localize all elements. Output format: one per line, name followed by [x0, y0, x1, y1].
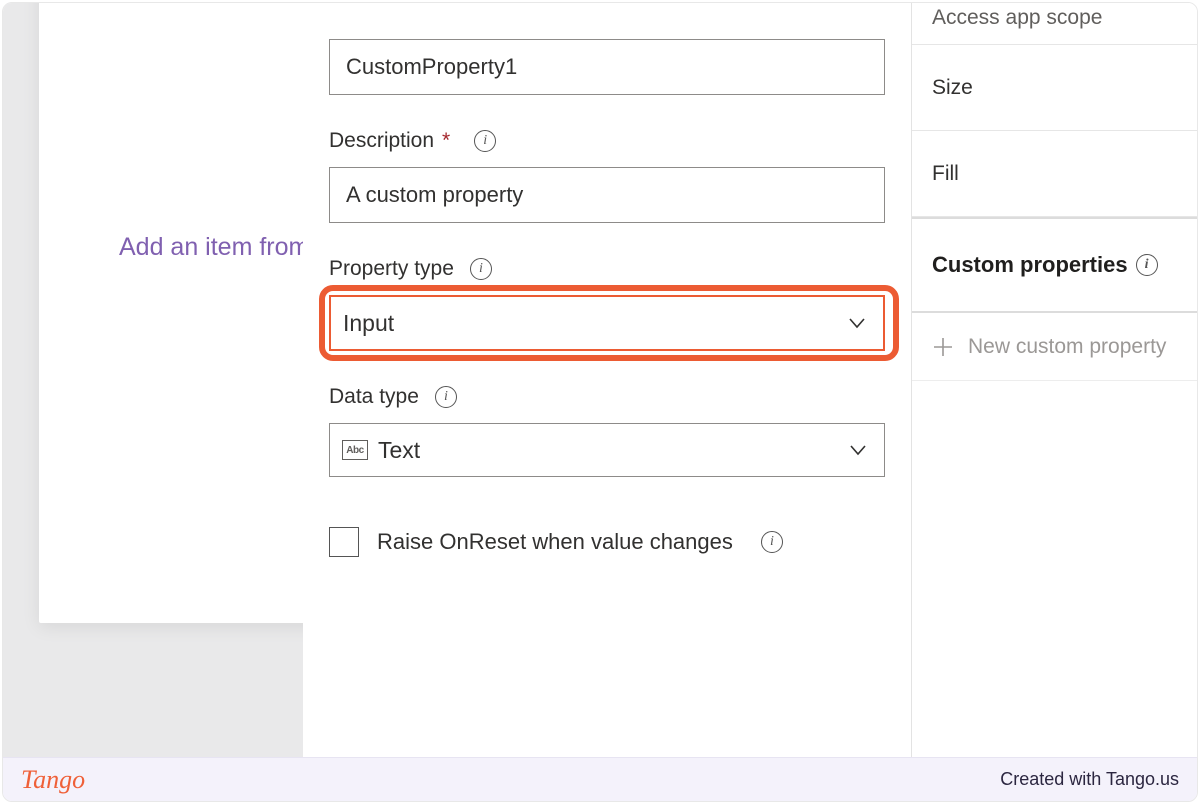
info-icon[interactable]: i [470, 258, 492, 280]
info-icon[interactable]: i [435, 386, 457, 408]
info-icon[interactable]: i [474, 130, 496, 152]
property-type-value: Input [343, 310, 394, 337]
data-type-select[interactable]: Abc Text [329, 423, 885, 477]
data-type-value: Text [378, 437, 420, 464]
plus-icon [932, 336, 954, 358]
description-label: Description [329, 129, 434, 153]
new-custom-property-label: New custom property [968, 335, 1166, 359]
property-type-label: Property type [329, 257, 454, 281]
custom-property-form: Name CustomProperty1 Description * i A c… [303, 2, 911, 763]
sidebar-fill[interactable]: Fill [912, 131, 1198, 217]
sidebar-access-scope[interactable]: Access app scope [912, 2, 1198, 45]
raise-onreset-label: Raise OnReset when value changes [377, 529, 733, 555]
chevron-down-icon [848, 440, 868, 460]
description-input[interactable]: A custom property [329, 167, 885, 223]
info-icon[interactable]: i [1136, 254, 1158, 276]
tango-credit: Created with Tango.us [1000, 769, 1179, 790]
name-input-value: CustomProperty1 [346, 54, 517, 80]
chevron-down-icon [847, 313, 867, 333]
name-input[interactable]: CustomProperty1 [329, 39, 885, 95]
property-type-select[interactable]: Input [329, 295, 885, 351]
description-input-value: A custom property [346, 182, 523, 208]
sidebar-size[interactable]: Size [912, 45, 1198, 131]
info-icon[interactable]: i [761, 531, 783, 553]
tango-logo: Tango [21, 765, 85, 795]
new-custom-property-button[interactable]: New custom property [912, 313, 1198, 381]
canvas-placeholder-text: Add an item from [119, 233, 309, 262]
properties-sidebar: Access app scope Size Fill Custom proper… [911, 2, 1198, 763]
tango-footer: Tango Created with Tango.us [3, 757, 1197, 801]
sidebar-custom-properties-header: Custom properties i [912, 217, 1198, 313]
text-type-icon: Abc [342, 440, 368, 460]
raise-onreset-checkbox[interactable] [329, 527, 359, 557]
required-asterisk: * [442, 129, 450, 153]
data-type-label: Data type [329, 385, 419, 409]
